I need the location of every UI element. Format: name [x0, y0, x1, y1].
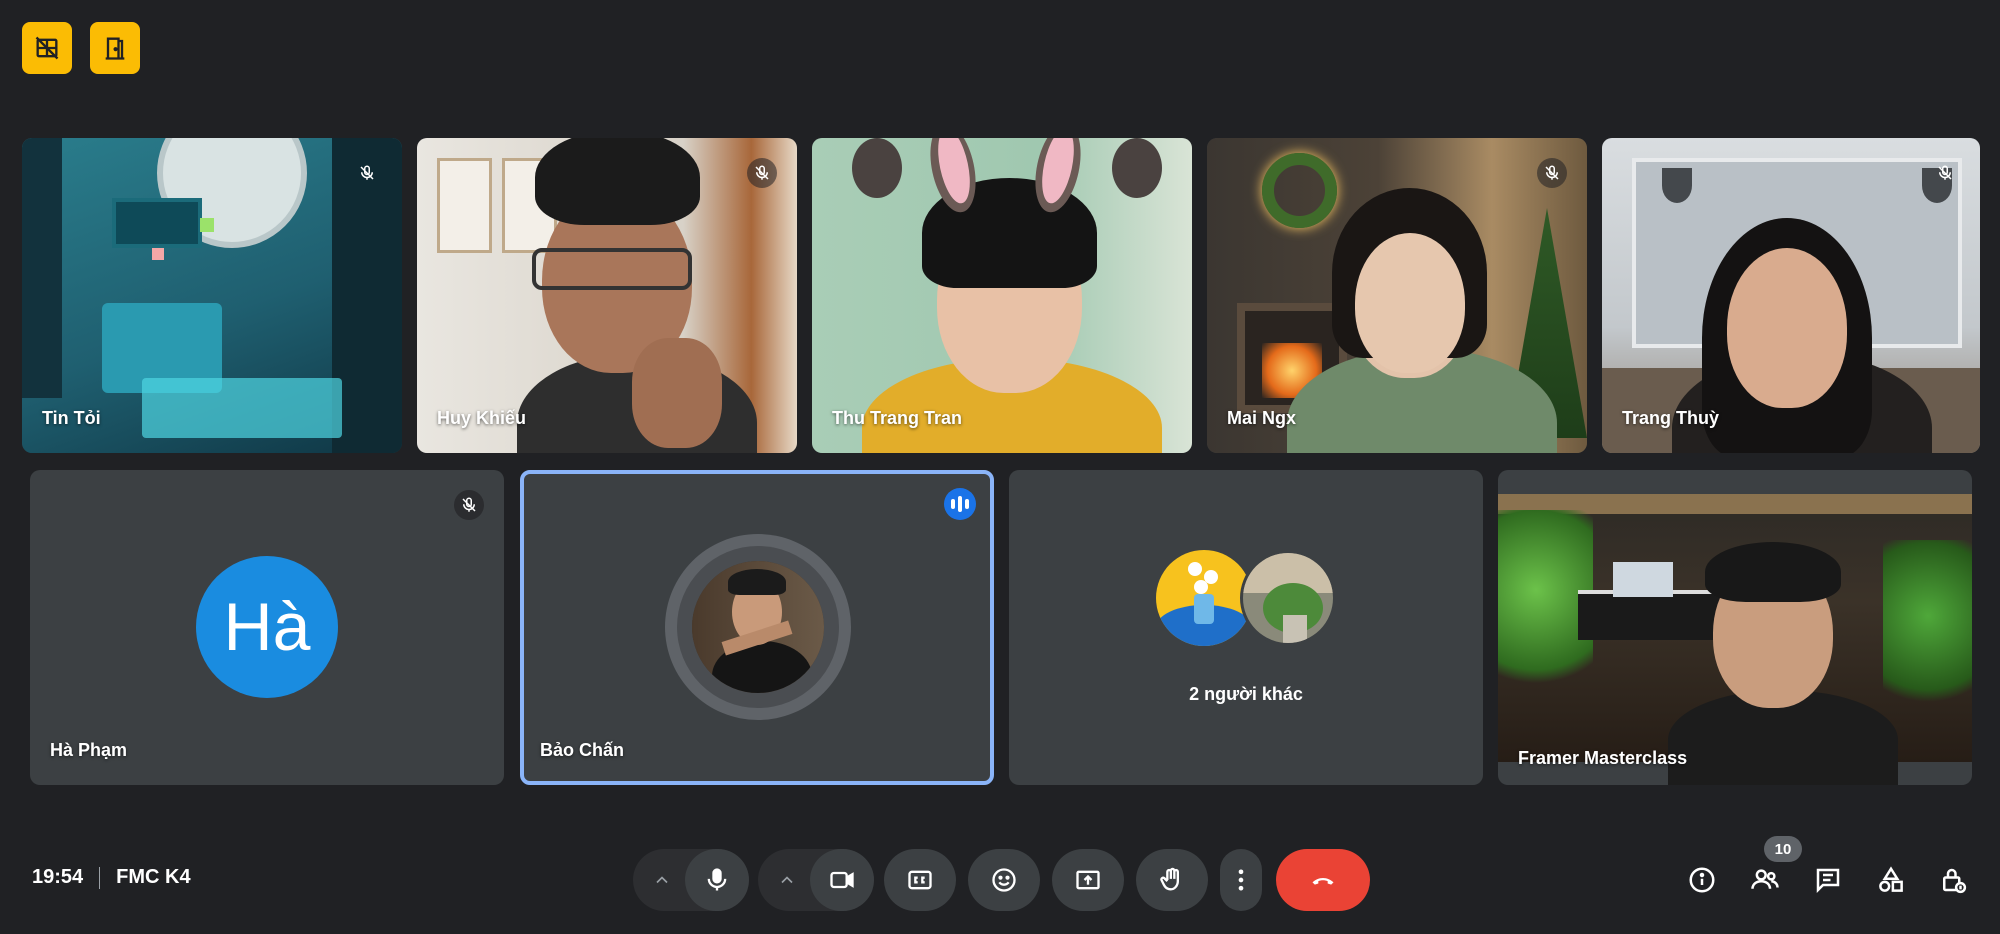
hide-tiles-button[interactable]	[22, 22, 72, 74]
captions-button[interactable]	[884, 849, 956, 911]
participant-tile[interactable]: Huy Khiếu	[417, 138, 797, 453]
camera-icon	[830, 871, 854, 889]
avatar	[1156, 550, 1252, 646]
captions-icon	[908, 870, 932, 890]
mic-off-icon	[1545, 165, 1559, 180]
participant-tile[interactable]: Tin Tỏi	[22, 138, 402, 453]
speaking-indicator	[944, 488, 976, 520]
muted-indicator	[1537, 158, 1567, 188]
people-icon	[1751, 869, 1779, 889]
present-button[interactable]	[1052, 849, 1124, 911]
participant-name: Tin Tỏi	[42, 408, 101, 428]
avatar-initials: Hà	[223, 589, 311, 665]
video-options-button[interactable]	[773, 866, 801, 894]
chevron-up-icon	[656, 876, 668, 884]
host-controls-button[interactable]	[1935, 862, 1971, 898]
mic-off-icon	[462, 497, 476, 512]
participant-name: Hà Phạm	[50, 740, 128, 760]
raise-hand-icon	[1160, 867, 1179, 891]
avatar	[692, 561, 824, 693]
divider	[99, 866, 101, 889]
emoji-icon	[992, 868, 1016, 892]
participant-name: Trang Thuỳ	[1622, 408, 1720, 428]
meeting-details-button[interactable]	[1684, 862, 1720, 898]
host-controls-icon	[1943, 868, 1967, 894]
participant-tile[interactable]: Hà Hà Phạm	[30, 470, 504, 785]
meeting-time: 19:54	[32, 866, 84, 888]
avatar	[1240, 550, 1336, 646]
participant-tile[interactable]: Framer Masterclass	[1498, 470, 1972, 785]
camera-button[interactable]	[810, 849, 874, 911]
chat-button[interactable]	[1810, 862, 1846, 898]
meeting-code: FMC K4	[116, 866, 191, 888]
chat-icon	[1816, 868, 1840, 894]
participant-name: Huy Khiếu	[437, 408, 527, 428]
exit-door-button[interactable]	[90, 22, 140, 74]
participant-name: Mai Ngx	[1227, 408, 1297, 428]
raise-hand-button[interactable]	[1136, 849, 1208, 911]
more-icon	[1238, 869, 1244, 891]
mic-icon	[707, 868, 727, 891]
mic-button[interactable]	[685, 849, 749, 911]
end-call-button[interactable]	[1276, 849, 1370, 911]
muted-indicator	[747, 158, 777, 188]
exit-door-icon	[105, 37, 125, 60]
participant-tile[interactable]: Thu Trang Tran	[812, 138, 1192, 453]
participant-tile[interactable]: Trang Thuỳ	[1602, 138, 1980, 453]
others-tile[interactable]: 2 người khác	[1009, 470, 1483, 785]
participant-name: Bảo Chấn	[540, 740, 625, 760]
activities-button[interactable]	[1873, 862, 1909, 898]
muted-indicator	[352, 158, 382, 188]
muted-indicator	[1930, 158, 1960, 188]
participant-name: Thu Trang Tran	[832, 408, 963, 428]
present-icon	[1076, 870, 1100, 890]
more-options-button[interactable]	[1220, 849, 1262, 911]
participant-name: Framer Masterclass	[1518, 748, 1688, 768]
activities-icon	[1879, 866, 1903, 892]
mic-off-icon	[755, 165, 769, 180]
people-button[interactable]	[1747, 862, 1783, 898]
muted-indicator	[454, 490, 484, 520]
avatar: Hà	[196, 556, 338, 698]
people-count-badge: 10	[1764, 836, 1802, 862]
participant-tile[interactable]: Mai Ngx	[1207, 138, 1587, 453]
chevron-up-icon	[781, 876, 793, 884]
audio-level-icon	[951, 496, 969, 512]
mic-off-icon	[360, 165, 374, 180]
meeting-info: 19:54 FMC K4	[32, 866, 191, 889]
participant-tile-speaking[interactable]: Bảo Chấn	[520, 470, 994, 785]
emoji-button[interactable]	[968, 849, 1040, 911]
mic-off-icon	[1938, 165, 1952, 180]
others-count-label: 2 người khác	[1189, 684, 1303, 704]
info-icon	[1689, 867, 1715, 893]
hide-tiles-icon	[35, 36, 59, 60]
audio-options-button[interactable]	[648, 866, 676, 894]
end-call-icon	[1312, 877, 1334, 885]
